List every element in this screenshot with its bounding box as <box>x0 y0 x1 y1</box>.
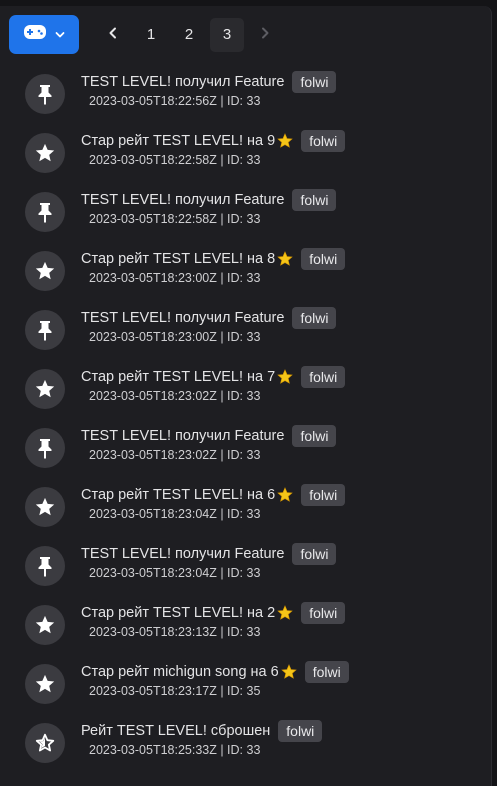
event-line: TEST LEVEL! получил Feature folwi <box>81 542 337 566</box>
event-item: Стар рейт TEST LEVEL! на 2 folwi 2023-03-0… <box>25 596 485 655</box>
event-item: Рейт TEST LEVEL! сброшен folwi 2023-03-05T… <box>25 714 485 773</box>
event-meta: 2023-03-05T18:23:17Z | ID: 35 <box>89 684 261 698</box>
toolbar: 1 2 3 <box>9 15 282 54</box>
next-page-button[interactable] <box>248 18 282 52</box>
gamepad-icon <box>23 24 47 45</box>
star-icon <box>25 251 65 291</box>
star-emoji-icon <box>277 605 293 621</box>
event-meta: 2023-03-05T18:23:04Z | ID: 33 <box>89 566 261 580</box>
user-badge[interactable]: folwi <box>292 71 337 93</box>
event-meta: 2023-03-05T18:22:58Z | ID: 33 <box>89 153 261 167</box>
pin-icon <box>25 74 65 114</box>
page-1-button[interactable]: 1 <box>134 18 168 52</box>
star-emoji-icon <box>277 133 293 149</box>
star-icon <box>25 605 65 645</box>
pin-icon <box>25 428 65 468</box>
event-item: TEST LEVEL! получил Feature folwi 2023-03-… <box>25 537 485 596</box>
user-badge[interactable]: folwi <box>304 661 349 683</box>
pin-icon <box>25 546 65 586</box>
star-emoji-icon <box>277 487 293 503</box>
star-icon <box>25 133 65 173</box>
event-message: TEST LEVEL! получил Feature <box>81 310 285 326</box>
event-line: TEST LEVEL! получил Feature folwi <box>81 424 337 448</box>
event-meta: 2023-03-05T18:23:04Z | ID: 33 <box>89 507 261 521</box>
event-item: TEST LEVEL! получил Feature folwi 2023-03-… <box>25 183 485 242</box>
chevron-down-icon <box>55 26 65 44</box>
event-message: Рейт TEST LEVEL! сброшен <box>81 723 271 739</box>
event-item: TEST LEVEL! получил Feature folwi 2023-03-… <box>25 419 485 478</box>
event-line: Стар рейт TEST LEVEL! на 2 folwi <box>81 601 346 625</box>
user-badge[interactable]: folwi <box>301 602 346 624</box>
star-icon <box>25 369 65 409</box>
star-icon <box>25 487 65 527</box>
prev-page-button[interactable] <box>96 18 130 52</box>
event-message: Стар рейт michigun song на 6 <box>81 664 279 680</box>
user-badge[interactable]: folwi <box>301 484 346 506</box>
event-meta: 2023-03-05T18:23:13Z | ID: 33 <box>89 625 261 639</box>
event-message: Стар рейт TEST LEVEL! на 2 <box>81 605 276 621</box>
event-meta: 2023-03-05T18:22:58Z | ID: 33 <box>89 212 261 226</box>
event-line: TEST LEVEL! получил Feature folwi <box>81 70 337 94</box>
event-message: Стар рейт TEST LEVEL! на 7 <box>81 369 276 385</box>
user-badge[interactable]: folwi <box>292 425 337 447</box>
pin-icon <box>25 192 65 232</box>
page-2-button[interactable]: 2 <box>172 18 206 52</box>
user-badge[interactable]: folwi <box>278 720 323 742</box>
event-item: Стар рейт TEST LEVEL! на 9 folwi 2023-03-0… <box>25 124 485 183</box>
event-message: TEST LEVEL! получил Feature <box>81 74 285 90</box>
event-meta: 2023-03-05T18:23:02Z | ID: 33 <box>89 448 261 462</box>
event-line: Стар рейт TEST LEVEL! на 6 folwi <box>81 483 346 507</box>
event-message: TEST LEVEL! получил Feature <box>81 546 285 562</box>
event-message: Стар рейт TEST LEVEL! на 9 <box>81 133 276 149</box>
event-meta: 2023-03-05T18:23:02Z | ID: 33 <box>89 389 261 403</box>
game-selector-button[interactable] <box>9 15 79 54</box>
user-badge[interactable]: folwi <box>301 130 346 152</box>
event-meta: 2023-03-05T18:22:56Z | ID: 33 <box>89 94 261 108</box>
event-line: Стар рейт michigun song на 6 folwi <box>81 660 349 684</box>
event-line: Стар рейт TEST LEVEL! на 9 folwi <box>81 129 346 153</box>
event-line: TEST LEVEL! получил Feature folwi <box>81 188 337 212</box>
pin-icon <box>25 310 65 350</box>
star-outline-icon <box>25 723 65 763</box>
event-item: TEST LEVEL! получил Feature folwi 2023-03-… <box>25 301 485 360</box>
event-message: TEST LEVEL! получил Feature <box>81 428 285 444</box>
event-line: Стар рейт TEST LEVEL! на 7 folwi <box>81 365 346 389</box>
event-message: TEST LEVEL! получил Feature <box>81 192 285 208</box>
user-badge[interactable]: folwi <box>292 307 337 329</box>
event-line: Рейт TEST LEVEL! сброшен folwi <box>81 719 323 743</box>
pagination: 1 2 3 <box>96 17 282 52</box>
event-item: Стар рейт TEST LEVEL! на 6 folwi 2023-03-0… <box>25 478 485 537</box>
chevron-right-icon <box>260 26 270 43</box>
event-item: Стар рейт michigun song на 6 folwi 2023-03… <box>25 655 485 714</box>
event-message: Стар рейт TEST LEVEL! на 6 <box>81 487 276 503</box>
event-item: Стар рейт TEST LEVEL! на 8 folwi 2023-03-0… <box>25 242 485 301</box>
events-panel: 1 2 3 TEST LEVEL! получил Feature folwi 20… <box>0 6 492 786</box>
user-badge[interactable]: folwi <box>301 366 346 388</box>
event-meta: 2023-03-05T18:23:00Z | ID: 33 <box>89 271 261 285</box>
event-item: Стар рейт TEST LEVEL! на 7 folwi 2023-03-0… <box>25 360 485 419</box>
event-line: Стар рейт TEST LEVEL! на 8 folwi <box>81 247 346 271</box>
page-3-button[interactable]: 3 <box>210 17 244 52</box>
event-item: TEST LEVEL! получил Feature folwi 2023-03-… <box>25 65 485 124</box>
user-badge[interactable]: folwi <box>292 189 337 211</box>
star-emoji-icon <box>277 251 293 267</box>
event-meta: 2023-03-05T18:25:33Z | ID: 33 <box>89 743 261 757</box>
event-meta: 2023-03-05T18:23:00Z | ID: 33 <box>89 330 261 344</box>
event-list: TEST LEVEL! получил Feature folwi 2023-03-… <box>25 65 485 773</box>
event-message: Стар рейт TEST LEVEL! на 8 <box>81 251 276 267</box>
user-badge[interactable]: folwi <box>292 543 337 565</box>
star-emoji-icon <box>277 369 293 385</box>
star-emoji-icon <box>280 664 297 680</box>
user-badge[interactable]: folwi <box>301 248 346 270</box>
star-icon <box>25 664 65 704</box>
chevron-left-icon <box>108 26 118 43</box>
event-line: TEST LEVEL! получил Feature folwi <box>81 306 337 330</box>
